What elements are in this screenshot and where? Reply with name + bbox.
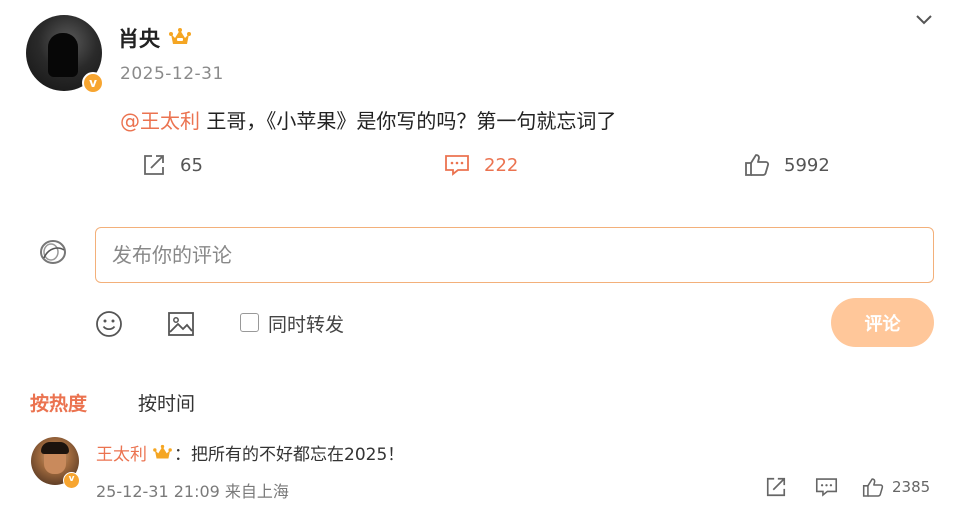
comment-content: 王太利 ：把所有的不好都忘在2025！ xyxy=(96,440,404,465)
crown-icon xyxy=(169,28,191,44)
comment-input[interactable] xyxy=(95,227,934,283)
post-date: 2025-12-31 xyxy=(120,64,224,84)
like-icon xyxy=(745,154,770,176)
comment-reply-button[interactable] xyxy=(815,476,838,498)
like-button[interactable]: 5992 xyxy=(744,152,830,178)
comment-like-count: 2385 xyxy=(892,478,931,496)
post-body-text: 王哥，《小苹果》是你写的吗？第一句就忘词了 xyxy=(200,109,617,133)
avatar-hair xyxy=(41,442,69,454)
repost-button[interactable]: 65 xyxy=(142,152,203,178)
sync-repost-checkbox[interactable] xyxy=(240,313,259,332)
tab-sort-time[interactable]: 按时间 xyxy=(138,389,195,416)
repost-icon xyxy=(144,155,164,175)
image-icon[interactable] xyxy=(167,310,195,338)
repost-count: 65 xyxy=(180,154,203,176)
verified-badge-icon: v xyxy=(82,72,104,94)
verified-badge-icon: v xyxy=(63,472,80,489)
comment-meta: 25-12-31 21:09 来自上海 xyxy=(96,482,289,501)
comment-icon xyxy=(445,155,469,176)
emoji-icon[interactable] xyxy=(95,310,123,338)
author-name[interactable]: 肖央 xyxy=(118,23,160,53)
comment-button[interactable]: 222 xyxy=(444,152,518,178)
comment-like-button[interactable]: 2385 xyxy=(862,476,930,498)
chevron-down-icon[interactable] xyxy=(915,14,933,26)
post-content: @王太利 王哥，《小苹果》是你写的吗？第一句就忘词了 xyxy=(120,105,616,134)
sync-repost-label[interactable]: 同时转发 xyxy=(268,310,344,337)
comment-repost-button[interactable] xyxy=(765,476,787,498)
like-count: 5992 xyxy=(784,154,830,176)
crown-icon xyxy=(153,444,172,459)
comment-text: ：把所有的不好都忘在2025！ xyxy=(174,445,405,465)
user-avatar-icon xyxy=(40,240,66,264)
commenter-name[interactable]: 王太利 xyxy=(96,440,147,465)
comment-icon xyxy=(815,478,838,497)
avatar-silhouette xyxy=(48,33,78,77)
comment-count: 222 xyxy=(484,154,519,176)
repost-icon xyxy=(766,477,786,497)
like-icon xyxy=(862,477,884,497)
submit-comment-button[interactable]: 评论 xyxy=(831,298,934,347)
mention-link[interactable]: @王太利 xyxy=(120,109,200,133)
tab-sort-hot[interactable]: 按热度 xyxy=(30,389,87,416)
